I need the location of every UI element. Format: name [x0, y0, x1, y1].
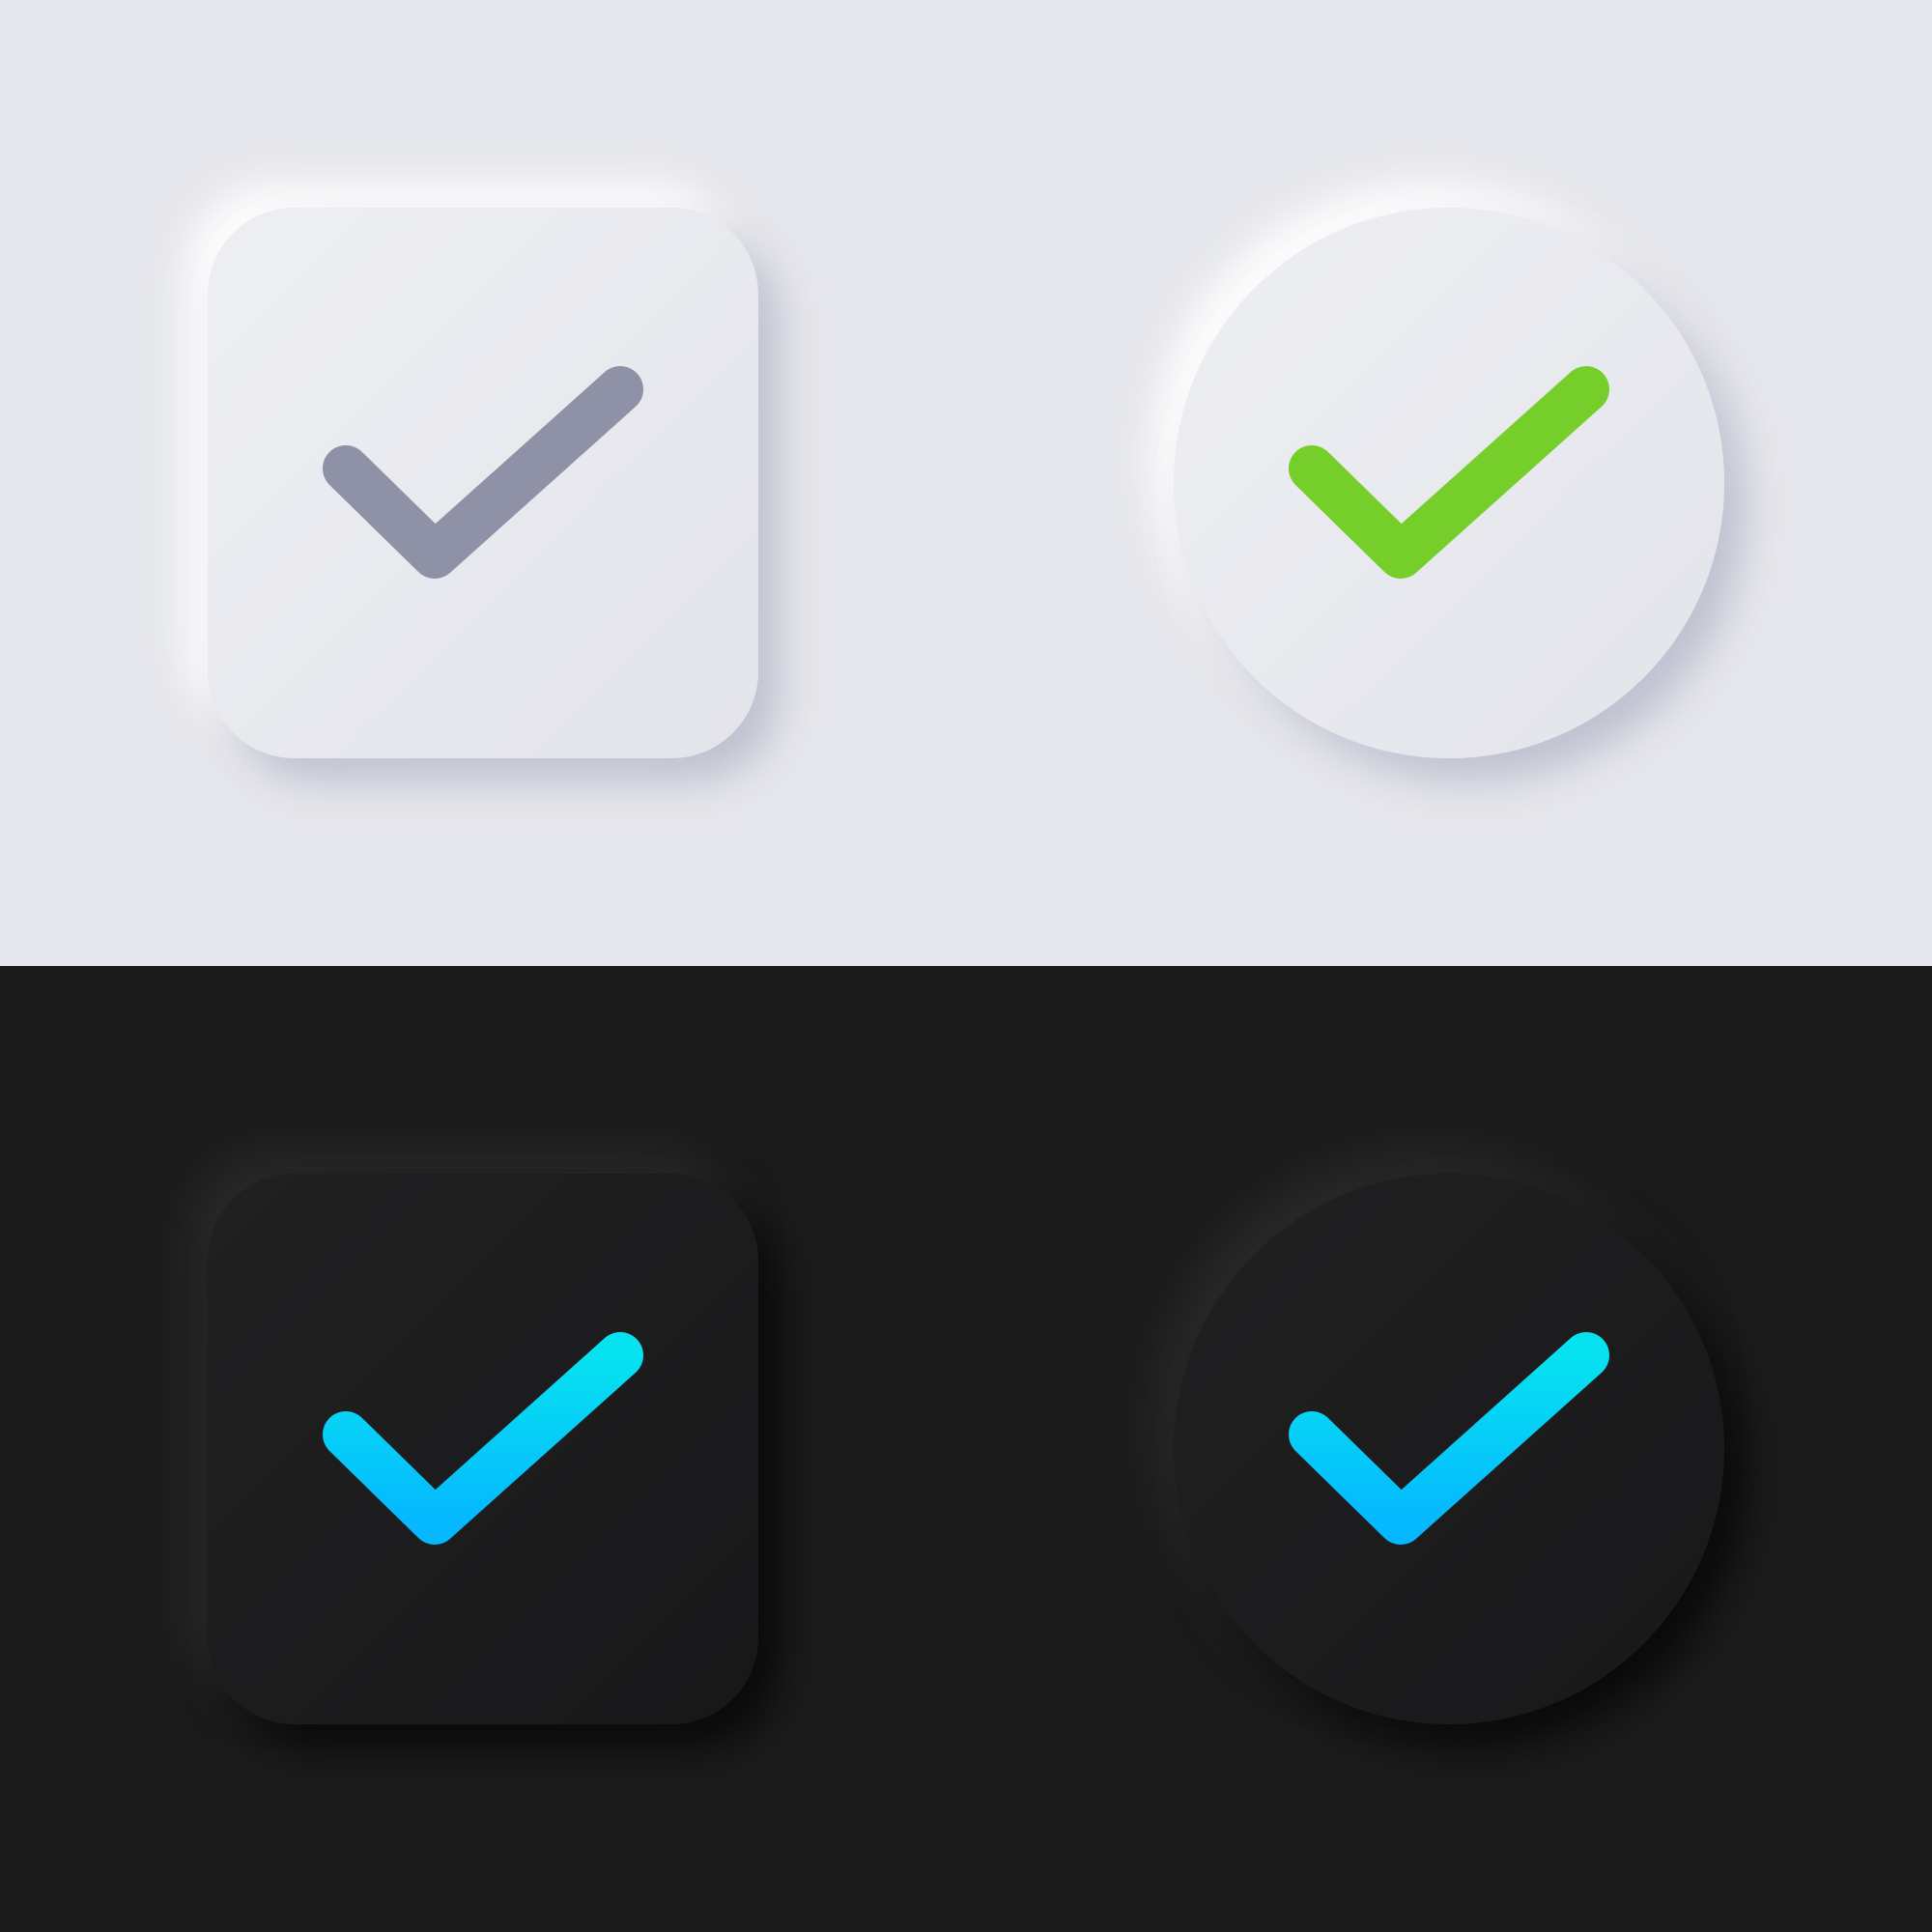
- check-button-circle-light[interactable]: [1174, 208, 1724, 758]
- check-icon: [1289, 1332, 1609, 1545]
- check-icon: [323, 1332, 643, 1545]
- light-panel: [0, 0, 1932, 966]
- check-button-circle-dark[interactable]: [1174, 1174, 1724, 1724]
- check-button-square-light[interactable]: [208, 208, 758, 758]
- check-icon: [1289, 366, 1609, 579]
- dark-panel: [0, 966, 1932, 1932]
- check-icon: [323, 366, 643, 579]
- check-button-square-dark[interactable]: [208, 1174, 758, 1724]
